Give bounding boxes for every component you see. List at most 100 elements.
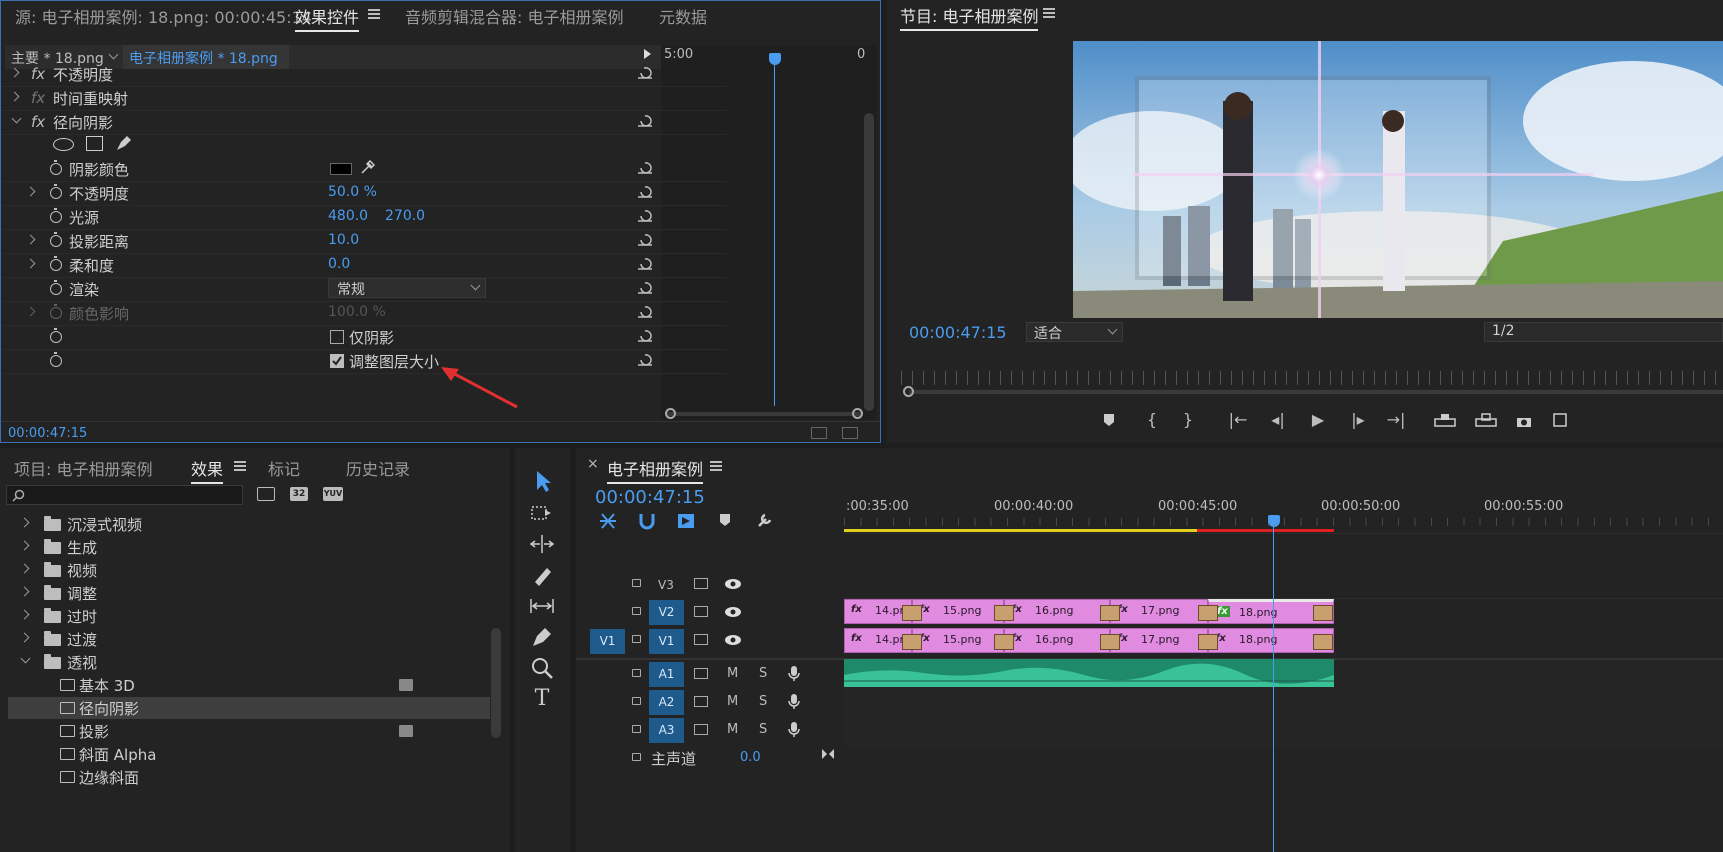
stopwatch-icon[interactable] [50,208,62,223]
program-video-frame[interactable] [1073,41,1723,318]
shadow-only-checkbox[interactable] [330,330,344,344]
transition-marker[interactable] [902,634,922,650]
audio-filter-icon[interactable] [811,427,827,439]
expand-icon[interactable] [25,234,36,245]
tree-item-folder[interactable]: 视频 [8,559,490,581]
resize-layer-checkbox[interactable] [330,354,344,368]
mini-scrollbar[interactable] [667,412,861,416]
color-swatch[interactable] [330,163,352,175]
effects-scrollbar[interactable] [491,628,501,738]
transition-marker[interactable] [994,634,1014,650]
reset-icon[interactable] [638,234,653,246]
microphone-icon[interactable] [788,721,800,738]
add-marker-icon[interactable] [1102,412,1116,430]
tree-item-folder-open[interactable]: 透视 [8,651,490,673]
expand-icon[interactable] [9,91,20,102]
type-tool-icon[interactable]: T [527,686,557,712]
eye-icon[interactable] [724,578,742,590]
rectangle-mask-icon[interactable] [86,136,103,151]
render-dropdown[interactable]: 常规 [328,278,486,298]
effect-controls-timecode[interactable]: 00:00:47:15 [8,426,87,441]
microphone-icon[interactable] [788,693,800,710]
expand-icon[interactable] [19,586,30,597]
program-time-ruler[interactable] [901,371,1723,385]
linked-selection-icon[interactable] [676,512,696,530]
sync-lock-icon[interactable] [694,606,708,617]
panel-menu-icon[interactable] [1043,8,1055,18]
track-lock-icon[interactable] [632,753,641,761]
go-to-in-icon[interactable]: |← [1227,410,1249,429]
clip-v1-17[interactable]: fx 17.png [1110,628,1208,653]
expand-icon[interactable] [19,609,30,620]
tab-audio-mixer[interactable]: 音频剪辑混合器: 电子相册案例 [405,4,623,28]
step-back-icon[interactable]: ◂| [1268,410,1288,429]
transition-marker[interactable] [1198,605,1218,621]
reset-icon[interactable] [638,282,653,294]
track-lock-icon[interactable] [632,725,641,733]
reset-icon[interactable] [638,186,653,198]
reset-icon[interactable] [638,306,653,318]
selection-tool-icon[interactable] [527,468,557,494]
effects-search-input[interactable] [6,485,243,505]
nest-sequence-icon[interactable] [598,512,618,530]
clip-v2-17[interactable]: fx 17.png [1110,599,1208,624]
resolution-dropdown[interactable]: 1/2 [1484,322,1723,342]
tab-effect-controls[interactable]: 效果控件 [295,4,360,32]
clip-v1-16[interactable]: fx 16.png [1004,628,1110,653]
accelerated-effects-icon[interactable] [257,487,275,501]
program-scroll-handle[interactable] [903,386,914,397]
close-icon[interactable]: × [587,456,599,472]
track-label-v3[interactable]: V3 [658,578,674,592]
stopwatch-icon[interactable] [50,328,62,343]
panel-menu-icon[interactable] [710,461,722,471]
mark-out-icon[interactable]: } [1181,410,1195,429]
expand-icon[interactable] [25,186,36,197]
play-triangle-icon[interactable] [644,49,651,59]
program-monitor-title[interactable]: 节目: 电子相册案例 [900,3,1039,31]
sync-lock-icon[interactable] [694,724,708,735]
tree-item-effect-selected[interactable]: 径向阴影 [8,697,490,719]
master-volume-value[interactable]: 0.0 [740,750,761,765]
expand-icon[interactable] [19,540,30,551]
track-lock-icon[interactable] [632,635,641,643]
snap-icon[interactable] [638,512,656,530]
export-icon[interactable] [842,427,858,439]
panel-menu-icon[interactable] [234,461,246,471]
reset-icon[interactable] [638,162,653,174]
tree-item-effect[interactable]: 边缘斜面 [8,766,490,788]
reset-icon[interactable] [638,258,653,270]
go-to-out-icon[interactable]: →| [1385,410,1407,429]
expand-icon[interactable] [19,517,30,528]
zoom-tool-icon[interactable] [527,655,557,681]
tab-effects[interactable]: 效果 [191,456,224,484]
yuv-effects-icon[interactable]: YUV [323,487,343,501]
expand-icon[interactable] [9,67,20,78]
scroll-handle-right[interactable] [852,408,863,419]
source-patch-v1[interactable]: V1 [590,629,625,654]
program-timecode[interactable]: 00:00:47:15 [909,323,1007,342]
slip-tool-icon[interactable] [527,593,557,619]
pen-mask-icon[interactable] [115,134,133,152]
button-editor-icon[interactable] [1553,412,1567,430]
tab-project[interactable]: 项目: 电子相册案例 [14,456,152,480]
stopwatch-icon[interactable] [50,280,62,295]
lift-icon[interactable] [1433,412,1457,430]
razor-tool-icon[interactable] [527,562,557,588]
ellipse-mask-icon[interactable] [53,138,74,151]
mark-in-icon[interactable]: { [1145,410,1159,429]
track-target-a1[interactable]: A1 [649,662,684,687]
solo-button[interactable]: S [759,694,767,709]
eye-icon[interactable] [724,634,742,646]
softness-value[interactable]: 0.0 [328,256,350,272]
pen-tool-icon[interactable] [527,624,557,650]
program-scroll-track[interactable] [909,390,1723,394]
mute-button[interactable]: M [727,722,738,737]
ripple-edit-tool-icon[interactable] [527,531,557,557]
track-lock-icon[interactable] [632,697,641,705]
scroll-handle-left[interactable] [665,408,676,419]
light-y-value[interactable]: 270.0 [385,208,425,224]
sync-lock-icon[interactable] [694,578,708,589]
tree-item-folder[interactable]: 过渡 [8,628,490,650]
transition-marker[interactable] [1100,605,1120,621]
sync-lock-icon[interactable] [694,668,708,679]
